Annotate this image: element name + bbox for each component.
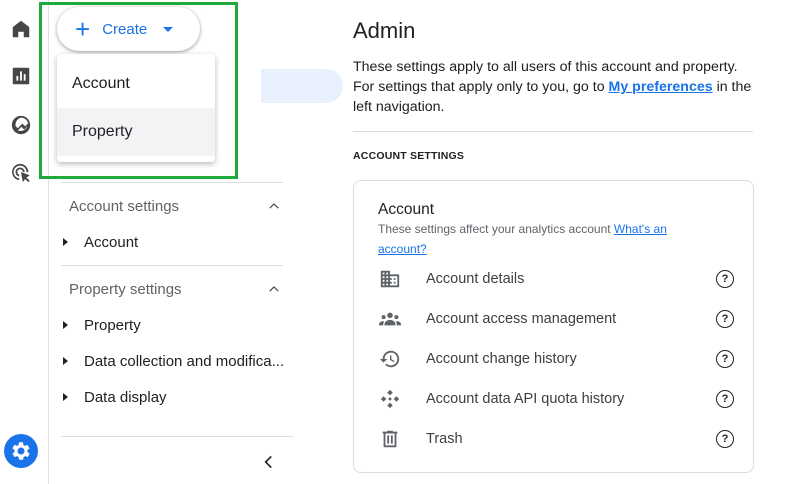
- create-button[interactable]: + Create: [57, 7, 200, 51]
- account-data-api-quota-history-row[interactable]: Account data API quota history ?: [378, 387, 734, 411]
- people-icon: [378, 307, 402, 331]
- nav-item-data-display[interactable]: Data display: [61, 385, 291, 409]
- nav-item-property[interactable]: Property: [61, 313, 291, 337]
- account-details-row[interactable]: Account details ?: [378, 267, 734, 291]
- reports-icon[interactable]: [8, 63, 34, 89]
- account-access-management-row[interactable]: Account access management ?: [378, 307, 734, 331]
- help-icon[interactable]: ?: [716, 430, 734, 448]
- explore-icon[interactable]: [8, 112, 34, 138]
- home-icon[interactable]: [8, 16, 34, 42]
- chevron-up-icon[interactable]: [267, 282, 281, 296]
- history-icon: [378, 347, 402, 371]
- help-icon[interactable]: ?: [716, 390, 734, 408]
- card-subtitle: These settings affect your analytics acc…: [378, 222, 667, 256]
- page-description: These settings apply to all users of thi…: [353, 59, 752, 115]
- chevron-up-icon[interactable]: [267, 199, 281, 213]
- menu-item-account[interactable]: Account: [57, 60, 215, 108]
- nav-item-account[interactable]: Account: [61, 230, 291, 254]
- page-title: Admin: [353, 18, 416, 43]
- property-settings-header[interactable]: Property settings: [69, 281, 182, 298]
- nav-divider: [61, 265, 283, 266]
- advertising-icon[interactable]: [8, 160, 34, 186]
- create-dropdown-menu: Account Property: [57, 54, 215, 162]
- help-icon[interactable]: ?: [716, 310, 734, 328]
- plus-icon: +: [75, 14, 91, 44]
- caret-right-icon: [63, 321, 68, 329]
- menu-item-property[interactable]: Property: [57, 108, 215, 156]
- section-label: ACCOUNT SETTINGS: [353, 150, 465, 162]
- caret-right-icon: [63, 393, 68, 401]
- dropdown-arrow-icon: [163, 26, 174, 32]
- card-title: Account: [378, 201, 435, 218]
- divider: [353, 131, 753, 132]
- account-settings-header[interactable]: Account settings: [69, 198, 179, 215]
- trash-icon: [378, 427, 402, 451]
- account-change-history-row[interactable]: Account change history ?: [378, 347, 734, 371]
- nav-divider: [61, 182, 283, 183]
- collapse-nav-chevron-icon[interactable]: [259, 452, 279, 472]
- caret-right-icon: [63, 357, 68, 365]
- nav-selected-highlight: [261, 69, 343, 103]
- building-icon: [378, 267, 402, 291]
- caret-right-icon: [63, 238, 68, 246]
- help-icon[interactable]: ?: [716, 270, 734, 288]
- icon-rail: [0, 0, 49, 484]
- trash-row[interactable]: Trash ?: [378, 427, 734, 451]
- api-icon: [378, 387, 402, 411]
- help-icon[interactable]: ?: [716, 350, 734, 368]
- admin-gear-icon[interactable]: [4, 434, 38, 468]
- account-card: Account These settings affect your analy…: [353, 180, 754, 473]
- my-preferences-link[interactable]: My preferences: [609, 79, 713, 95]
- nav-item-data-collection[interactable]: Data collection and modifica...: [61, 349, 291, 373]
- nav-divider: [61, 436, 293, 437]
